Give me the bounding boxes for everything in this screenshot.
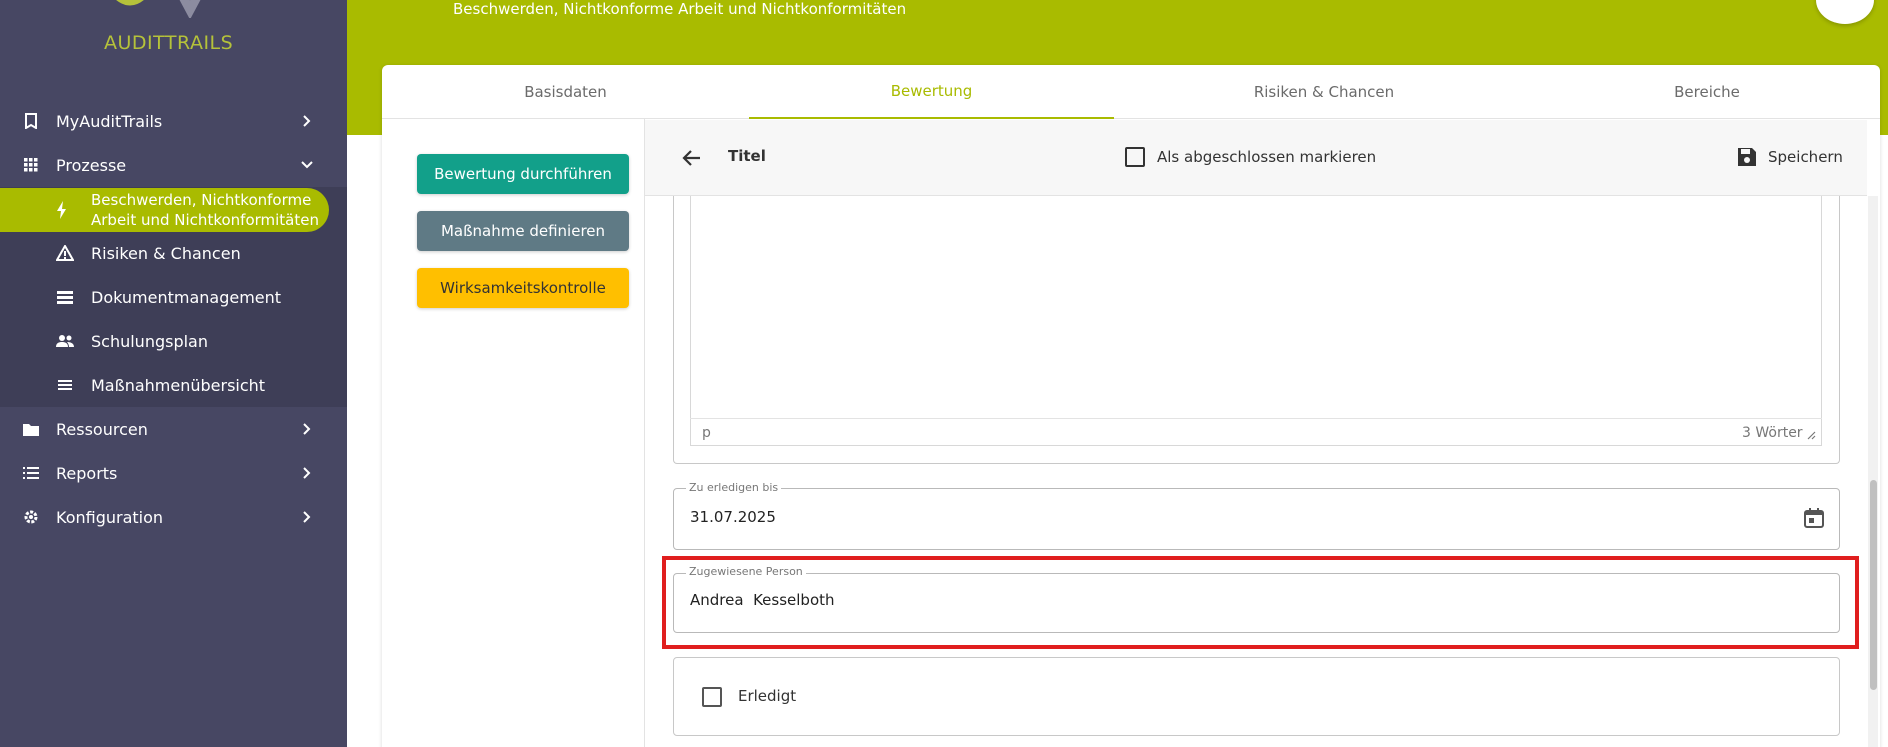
sidebar-item-massnahmen[interactable]: Maßnahmenübersicht (0, 365, 347, 405)
logo-mark (116, 0, 201, 18)
mark-done-label[interactable]: Als abgeschlossen markieren (1157, 147, 1376, 167)
grid-icon (22, 156, 40, 174)
chevron-right-icon (300, 510, 314, 524)
done-card (673, 657, 1840, 736)
toolbar-title: Titel (728, 147, 766, 165)
assignee-value[interactable]: Andrea Kesselboth (690, 590, 835, 610)
tab-risiken-chancen[interactable]: Risiken & Chancen (1114, 65, 1534, 119)
evaluate-button[interactable]: Bewertung durchführen (417, 154, 629, 194)
done-label[interactable]: Erledigt (738, 686, 796, 706)
sidebar-item-label: Beschwerden, Nichtkonforme (91, 191, 312, 209)
scrollbar-thumb[interactable] (1870, 480, 1877, 690)
divider (644, 119, 645, 747)
tab-basisdaten[interactable]: Basisdaten (382, 65, 749, 119)
save-icon[interactable] (1736, 146, 1758, 168)
page-title: Beschwerden, Nichtkonforme Arbeit und Ni… (453, 0, 907, 18)
bookmark-icon (22, 112, 40, 130)
editor-statusbar (690, 418, 1822, 446)
sidebar-item-label: Risiken & Chancen (91, 243, 241, 263)
chevron-right-icon (300, 466, 314, 480)
sidebar-item-myaudittrails[interactable]: MyAuditTrails (0, 101, 347, 141)
sidebar: AUDITTRAILS MyAuditTrails Prozesse Besch… (0, 0, 347, 747)
assignee-label: Zugewiesene Person (686, 566, 806, 578)
sidebar-item-label: Prozesse (56, 155, 127, 175)
tab-bewertung[interactable]: Bewertung (749, 65, 1114, 119)
rich-text-editor[interactable] (690, 196, 1822, 446)
sidebar-item-schulungsplan[interactable]: Schulungsplan (0, 321, 347, 361)
word-count: 3 Wörter (1742, 425, 1803, 441)
people-icon (56, 332, 74, 350)
arrow-left-icon[interactable] (680, 146, 704, 170)
sidebar-item-prozesse[interactable]: Prozesse (0, 145, 347, 185)
sidebar-item-label: Reports (56, 463, 118, 483)
tab-bereiche[interactable]: Bereiche (1534, 65, 1880, 119)
due-date-value[interactable]: 31.07.2025 (690, 507, 776, 527)
sidebar-item-konfiguration[interactable]: Konfiguration (0, 497, 347, 537)
chevron-right-icon (300, 422, 314, 436)
chevron-down-icon (300, 158, 314, 172)
sidebar-item-ressourcen[interactable]: Ressourcen (0, 409, 347, 449)
sidebar-item-label-line2: Arbeit und Nichtkonformitäten (91, 211, 319, 229)
bolt-icon (56, 201, 68, 223)
sidebar-item-beschwerden[interactable]: Beschwerden, Nichtkonforme Arbeit und Ni… (0, 188, 329, 232)
sidebar-item-label: Maßnahmenübersicht (91, 375, 266, 395)
due-date-field[interactable] (673, 488, 1840, 550)
define-measure-button[interactable]: Maßnahme definieren (417, 211, 629, 251)
effectiveness-control-button[interactable]: Wirksamkeitskontrolle (417, 268, 629, 308)
sidebar-item-label: Ressourcen (56, 419, 148, 439)
folder-icon (22, 420, 40, 438)
resize-handle-icon[interactable] (1806, 430, 1816, 440)
due-date-label: Zu erledigen bis (686, 482, 782, 494)
sidebar-item-label: Dokumentmanagement (91, 287, 282, 307)
tab-bar: Basisdaten Bewertung Risiken & Chancen B… (382, 65, 1880, 119)
lines-icon (56, 376, 74, 394)
sidebar-item-dokumentmanagement[interactable]: Dokumentmanagement (0, 277, 347, 317)
assignee-field[interactable] (673, 573, 1840, 633)
chevron-right-icon (300, 114, 314, 128)
mark-done-checkbox[interactable] (1125, 147, 1145, 167)
calendar-icon[interactable] (1802, 506, 1826, 530)
sidebar-item-label: MyAuditTrails (56, 111, 163, 131)
editor-path: p (702, 425, 711, 441)
sidebar-item-risiken[interactable]: Risiken & Chancen (0, 233, 347, 273)
gear-icon (22, 508, 40, 526)
sidebar-item-reports[interactable]: Reports (0, 453, 347, 493)
sidebar-item-label: Konfiguration (56, 507, 164, 527)
save-button[interactable]: Speichern (1768, 147, 1843, 167)
list-icon (22, 464, 40, 482)
done-checkbox[interactable] (702, 687, 722, 707)
warning-icon (56, 244, 74, 262)
list-icon (56, 288, 74, 306)
logo-text: AUDITTRAILS (104, 32, 234, 54)
sidebar-item-label: Schulungsplan (91, 331, 208, 351)
